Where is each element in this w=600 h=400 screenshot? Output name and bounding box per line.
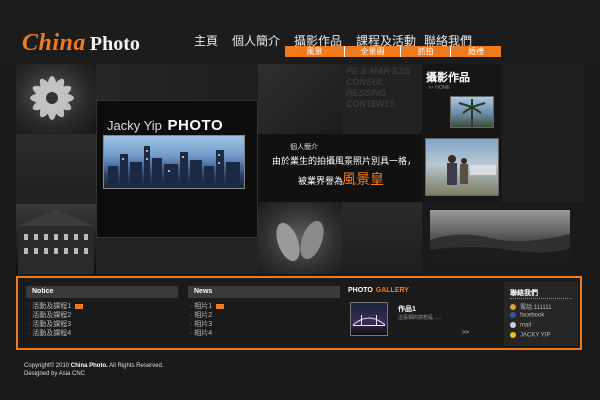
- building-photo: [16, 204, 96, 274]
- news-item[interactable]: 相片2: [190, 311, 224, 320]
- facebook-icon: [510, 312, 516, 318]
- jacky-name: Jacky Yip: [107, 118, 162, 133]
- bridge-icon: [352, 315, 386, 326]
- logo[interactable]: China Photo: [22, 30, 140, 57]
- shoes-photo: [258, 202, 342, 274]
- men-photo: [425, 138, 499, 196]
- flower-icon: [30, 76, 74, 120]
- mosaic-tile: [502, 134, 584, 202]
- user-icon: [510, 332, 516, 338]
- ghost-text: PE & MAR ESS CONSUL RESSING CONTENTS: [346, 66, 411, 109]
- portrait-tile[interactable]: [422, 134, 502, 202]
- subnav-panorama[interactable]: 全景圖: [345, 46, 401, 57]
- intro-highlight: 風景皇: [342, 171, 384, 187]
- logo-china: China: [22, 30, 86, 56]
- palm-tree-photo: [450, 96, 494, 128]
- skyline-icon: [108, 146, 240, 188]
- mosaic-tile: [258, 64, 342, 134]
- home-link[interactable]: >> HOME: [428, 85, 450, 91]
- notice-item[interactable]: 活動及課程2: [28, 311, 83, 320]
- mosaic-tile: [96, 64, 258, 100]
- news-item[interactable]: 相片1: [190, 302, 225, 311]
- intro-text-1: 由於業生的拍攝風景照片別具一格，: [272, 156, 417, 166]
- photo-gallery-heading: PHOTO GALLERY: [348, 287, 409, 294]
- news-heading: News: [188, 286, 340, 298]
- logo-photo: Photo: [89, 33, 140, 55]
- mosaic-tile: [502, 64, 584, 134]
- notice-item[interactable]: 活動及課程1: [28, 302, 84, 311]
- phone-icon: [510, 304, 516, 311]
- subnav-snapshot[interactable]: 抓拍: [401, 46, 451, 57]
- gallery-item-desc: 這張相的感想是......: [398, 315, 442, 321]
- jacky-yip-feature[interactable]: Jacky Yip PHOTO: [96, 100, 258, 238]
- new-badge-icon: [75, 303, 84, 309]
- works-title: 攝影作品: [426, 72, 470, 84]
- notice-heading: Notice: [26, 286, 178, 298]
- contact-facebook[interactable]: facebook: [510, 312, 544, 319]
- mosaic-tile: [342, 202, 422, 274]
- gallery-thumbnail[interactable]: [350, 302, 388, 336]
- contact-name[interactable]: JACKY YIP: [510, 332, 550, 339]
- profile-intro[interactable]: 個人簡介 由於業生的拍攝風景照片別具一格， 被業界譽為 風景皇: [258, 134, 422, 202]
- mosaic-tile: [96, 238, 258, 274]
- city-skyline-photo: [103, 135, 245, 189]
- info-panel: Notice 活動及課程1 活動及課程2 活動及課程3 活動及課程4 News …: [16, 276, 582, 350]
- subnav-wedding[interactable]: 婚禮: [451, 46, 501, 57]
- notice-item[interactable]: 活動及課程3: [28, 320, 83, 329]
- nav-profile[interactable]: 個人簡介: [232, 32, 280, 49]
- copyright: Copyright© 2010 China Photo. All Rights …: [24, 363, 164, 369]
- hills-icon: [430, 234, 570, 264]
- designed-by: Designed by Asia CNC: [24, 371, 86, 377]
- news-item[interactable]: 相片3: [190, 320, 224, 329]
- jacky-title: Jacky Yip PHOTO: [107, 117, 223, 134]
- contact-heading: 聯絡我們: [510, 288, 572, 299]
- notice-list: 活動及課程1 活動及課程2 活動及課程3 活動及課程4: [28, 302, 84, 338]
- nav-home[interactable]: 主頁: [194, 32, 218, 49]
- contact-panel: 聯絡我們 電話:111111 facebook mail JACKY YIP: [504, 282, 578, 346]
- gallery-item-title[interactable]: 作品1: [398, 304, 416, 314]
- mosaic-tile: [16, 134, 96, 204]
- text-texture-tile: PE & MAR ESS CONSUL RESSING CONTENTS: [342, 64, 422, 134]
- header: China Photo 主頁 個人簡介 攝影作品 課程及活動 聯絡我們 風景 全景…: [0, 0, 600, 64]
- jacky-photo-word: PHOTO: [167, 117, 224, 134]
- new-badge-icon: [216, 303, 225, 309]
- palm-icon: [458, 99, 486, 127]
- news-list: 相片1 相片2 相片3 相片4: [190, 302, 225, 338]
- contact-mail[interactable]: mail: [510, 322, 531, 329]
- contact-phone[interactable]: 電話:111111: [510, 302, 551, 311]
- intro-label: 個人簡介: [290, 144, 318, 151]
- footer: Copyright© 2010 China Photo. All Rights …: [24, 362, 164, 378]
- subnav-landscape[interactable]: 風景: [285, 46, 345, 57]
- gallery-more-link[interactable]: >>: [462, 330, 469, 336]
- landscape-photo: [430, 210, 570, 264]
- intro-text-2: 被業界譽為: [298, 176, 344, 186]
- landscape-tile[interactable]: [422, 202, 584, 274]
- flower-photo: [16, 64, 96, 134]
- shoes-icon: [276, 220, 324, 262]
- sub-nav: 風景 全景圖 抓拍 婚禮: [285, 46, 501, 57]
- notice-item[interactable]: 活動及課程4: [28, 329, 83, 338]
- building-icon: [18, 210, 94, 274]
- news-item[interactable]: 相片4: [190, 329, 224, 338]
- works-tile[interactable]: 攝影作品 >> HOME: [422, 64, 502, 134]
- people-icon: [447, 155, 496, 185]
- photo-mosaic: Jacky Yip PHOTO PE & MAR ESS CONSUL RESS…: [16, 64, 584, 274]
- mail-icon: [510, 322, 516, 328]
